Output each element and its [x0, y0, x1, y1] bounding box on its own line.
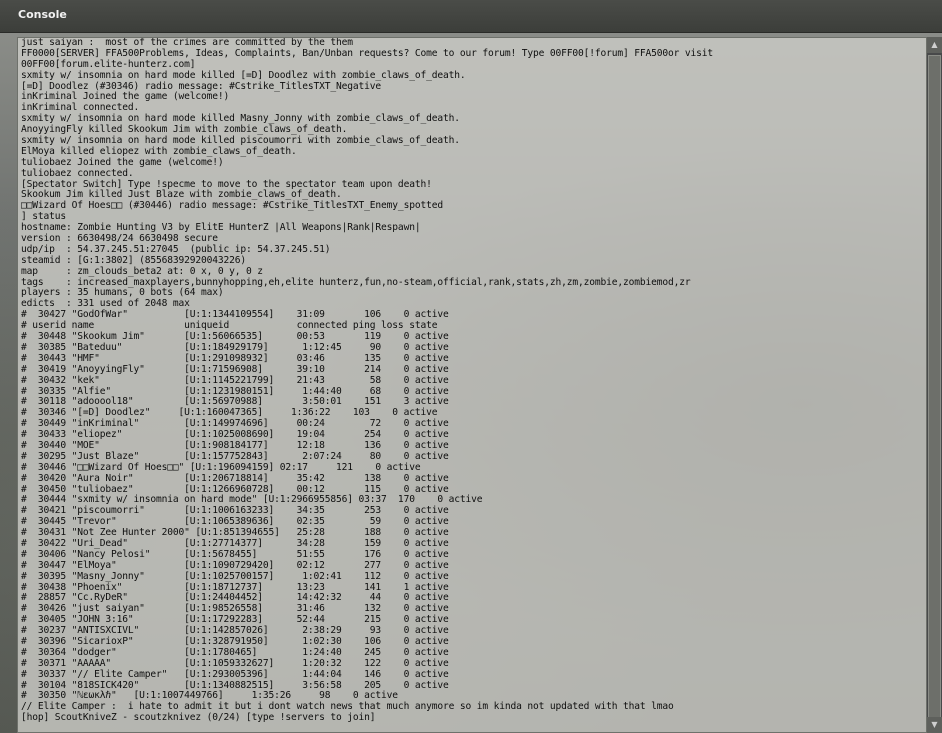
console-line: # 30420 "Aura Noir" [U:1:206718814] 35:4… [21, 472, 449, 484]
console-line: # 30395 "Masny_Jonny" [U:1:1025700157] 1… [21, 570, 449, 582]
console-line: tuliobaez connected. [21, 167, 134, 179]
console-line: # 30337 "// Elite Camper" [U:1:293005396… [21, 668, 449, 680]
console-line: [hop] ScoutKniveZ - scoutzknivez (0/24) … [21, 712, 376, 724]
window-title: Console [18, 8, 67, 21]
console-line: # 30447 "ElMoya" [U:1:1090729420] 02:12 … [21, 559, 449, 571]
console-line: □□Wizard Of Hoes□□ (#30446) radio messag… [21, 200, 443, 212]
scroll-up-arrow-icon[interactable]: ▲ [927, 37, 942, 53]
console-output-panel[interactable]: just saiyan : most of the crimes are com… [17, 37, 927, 733]
console-titlebar[interactable]: Console [0, 0, 942, 33]
console-line: # 30419 "AnoyyingFly" [U:1:71596908] 39:… [21, 363, 449, 375]
console-line: sxmity w/ insomnia on hard mode killed [… [21, 69, 466, 81]
console-scrollbar[interactable]: ▲ ▼ [927, 37, 942, 733]
scroll-down-arrow-icon[interactable]: ▼ [927, 717, 942, 733]
console-line: # 30432 "kek" [U:1:1145221799] 21:43 58 … [21, 374, 449, 386]
console-log: just saiyan : most of the crimes are com… [21, 38, 713, 724]
console-line: map : zm_clouds_beta2 at: 0 x, 0 y, 0 z [21, 265, 263, 277]
console-line: # 30446 "□□Wizard Of Hoes□□" [U:1:196094… [21, 461, 421, 473]
scroll-thumb[interactable] [928, 55, 941, 725]
